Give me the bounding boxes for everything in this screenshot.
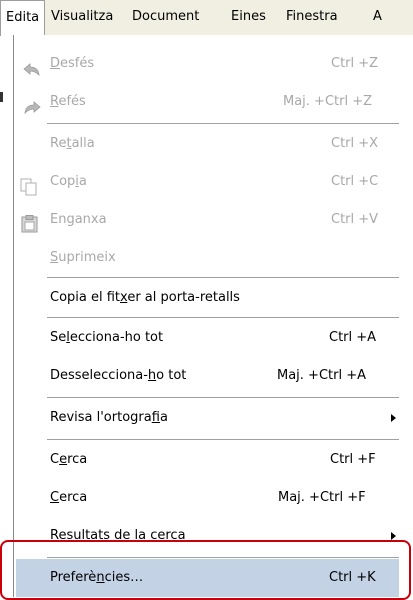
menu-item-paste[interactable]: Enganxa Ctrl +V: [14, 201, 401, 239]
paste-icon: [21, 211, 39, 233]
shortcut-label: Ctrl +C: [331, 174, 379, 189]
menu-item-label: Refés: [50, 94, 86, 109]
menu-item-preferences[interactable]: Preferències… Ctrl +K: [16, 559, 399, 597]
menu-bar: Edita Visualitza Document Eines Finestra…: [0, 0, 413, 36]
menu-item-label: Enganxa: [50, 212, 107, 227]
shortcut-label: Maj. +Ctrl +Z: [283, 94, 373, 109]
shortcut-label: Ctrl +K: [329, 570, 376, 585]
shortcut-label: Ctrl +F: [330, 452, 376, 467]
menu-item-label: Retalla: [50, 136, 95, 151]
menu-item-copy[interactable]: Copia Ctrl +C: [14, 163, 401, 201]
menu-item-label: Preferències…: [50, 570, 144, 585]
submenu-arrow-icon: [391, 414, 396, 422]
menu-item-label: Copia: [50, 174, 87, 189]
redo-icon: [22, 94, 42, 115]
menu-eines[interactable]: Eines: [226, 0, 271, 36]
menu-item-undo[interactable]: Desfés Ctrl +Z: [14, 45, 401, 83]
shortcut-label: Maj. +Ctrl +F: [278, 490, 366, 505]
left-edge-mark: [0, 92, 3, 102]
shortcut-label: Ctrl +Z: [331, 56, 379, 71]
menu-document[interactable]: Document: [127, 0, 204, 36]
menu-item-spell-check[interactable]: Revisa l'ortografia: [14, 399, 401, 437]
shortcut-label: Ctrl +A: [329, 330, 377, 345]
menu-separator: [47, 397, 399, 398]
undo-icon: [22, 56, 42, 77]
menu-item-label: Selecciona-ho tot: [50, 330, 164, 345]
menu-separator: [47, 439, 399, 440]
shortcut-label: Maj. +Ctrl +A: [277, 368, 367, 383]
menu-item-label: Cerca: [50, 452, 88, 467]
menu-separator: [47, 123, 399, 124]
menu-item-cut[interactable]: Retalla Ctrl +X: [14, 125, 401, 163]
menu-a[interactable]: A: [368, 0, 387, 36]
menu-visualitza[interactable]: Visualitza: [46, 0, 118, 36]
menu-item-redo[interactable]: Refés Maj. +Ctrl +Z: [14, 83, 401, 121]
menu-item-label: Desselecciona-ho tot: [50, 368, 187, 383]
shortcut-label: Ctrl +V: [331, 212, 379, 227]
menu-item-label: Copia el fitxer al porta-retalls: [50, 290, 240, 305]
menu-item-label: Suprimeix: [50, 250, 116, 265]
copy-icon: [20, 174, 38, 196]
menu-edita[interactable]: Edita: [0, 0, 46, 36]
shortcut-label: Ctrl +X: [331, 136, 379, 151]
menu-item-label: Cerca: [50, 490, 88, 505]
menu-item-find[interactable]: Cerca Ctrl +F: [14, 441, 401, 479]
menu-item-label: Resultats de la cerca: [50, 528, 186, 543]
menu-item-label: Revisa l'ortografia: [50, 410, 168, 425]
edit-dropdown-menu: Desfés Ctrl +Z Refés Maj. +Ctrl +Z Retal…: [13, 35, 413, 597]
submenu-arrow-icon: [391, 532, 396, 540]
menu-separator: [47, 277, 399, 278]
menu-finestra[interactable]: Finestra: [281, 0, 343, 36]
menu-item-delete[interactable]: Suprimeix: [14, 239, 401, 277]
menu-item-select-all[interactable]: Selecciona-ho tot Ctrl +A: [14, 319, 401, 357]
menu-separator: [47, 317, 399, 318]
menu-item-label: Desfés: [50, 56, 95, 71]
menu-item-search-results[interactable]: Resultats de la cerca: [14, 517, 401, 555]
menu-separator: [47, 557, 399, 558]
menu-item-copy-file-to-clipboard[interactable]: Copia el fitxer al porta-retalls: [14, 279, 401, 317]
menu-item-deselect-all[interactable]: Desselecciona-ho tot Maj. +Ctrl +A: [14, 357, 401, 395]
menu-item-search[interactable]: Cerca Maj. +Ctrl +F: [14, 479, 401, 517]
